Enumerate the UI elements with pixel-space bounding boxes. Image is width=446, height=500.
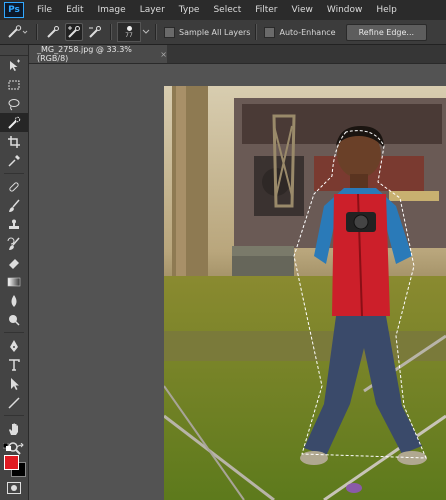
history-brush-icon (7, 237, 20, 250)
menu-filter[interactable]: Filter (248, 0, 284, 20)
tool-marquee[interactable] (0, 75, 28, 94)
separator (4, 415, 24, 416)
brush-new-icon (47, 26, 59, 38)
tool-eyedropper[interactable] (0, 151, 28, 170)
line-icon (8, 396, 20, 409)
menu-edit[interactable]: Edit (59, 0, 90, 20)
tool-eraser[interactable] (0, 253, 28, 272)
auto-enhance-label: Auto-Enhance (279, 27, 336, 37)
tool-history-brush[interactable] (0, 234, 28, 253)
tool-hand[interactable] (0, 419, 28, 438)
tool-move[interactable] (0, 56, 28, 75)
blur-icon (11, 294, 17, 307)
tool-blur[interactable] (0, 291, 28, 310)
canvas-area[interactable] (29, 64, 446, 500)
sample-all-layers-label: Sample All Layers (179, 27, 251, 37)
menu-bar: Ps File Edit Image Layer Type Select Fil… (0, 0, 446, 20)
quick-selection-icon (8, 25, 28, 38)
separator (36, 24, 38, 40)
tool-dodge[interactable] (0, 310, 28, 329)
eraser-icon (9, 258, 19, 269)
path-selection-icon (11, 377, 19, 390)
dodge-icon (9, 314, 20, 326)
tool-brush[interactable] (0, 196, 28, 215)
tool-crop[interactable] (0, 132, 28, 151)
type-icon (9, 358, 20, 371)
options-bar: 77 Sample All Layers Auto-Enhance Refine… (0, 20, 446, 45)
menu-select[interactable]: Select (206, 0, 248, 20)
hand-icon (9, 423, 18, 435)
move-icon (10, 59, 20, 71)
lasso-icon (8, 98, 20, 110)
foreground-color-swatch[interactable] (4, 455, 19, 470)
menu-type[interactable]: Type (172, 0, 207, 20)
tool-gradient[interactable] (0, 272, 28, 291)
toolbox (0, 45, 29, 500)
crop-icon (8, 135, 20, 148)
menu-help[interactable]: Help (369, 0, 404, 20)
add-to-selection-button[interactable] (65, 23, 83, 41)
tool-path-selection[interactable] (0, 374, 28, 393)
tool-type[interactable] (0, 355, 28, 374)
tool-clone-stamp[interactable] (0, 215, 28, 234)
close-icon[interactable]: × (160, 50, 167, 59)
menu-window[interactable]: Window (320, 0, 370, 20)
healing-brush-icon (9, 181, 19, 192)
brush-icon (9, 199, 20, 212)
menu-image[interactable]: Image (91, 0, 133, 20)
pen-icon (10, 339, 18, 352)
eyedropper-icon (8, 154, 20, 167)
subtract-from-selection-button[interactable] (87, 24, 103, 40)
auto-enhance-checkbox[interactable] (264, 26, 276, 38)
menu-file[interactable]: File (30, 0, 59, 20)
separator (4, 173, 24, 174)
photo-image (164, 86, 446, 500)
new-selection-button[interactable] (45, 24, 61, 40)
brush-add-icon (68, 26, 80, 38)
quick-mask-icon[interactable] (7, 482, 21, 497)
chevron-down-icon[interactable] (142, 28, 150, 36)
clone-stamp-icon (9, 219, 19, 229)
tool-healing-brush[interactable] (0, 177, 28, 196)
document-canvas[interactable] (164, 86, 446, 500)
sample-all-layers-checkbox[interactable] (164, 26, 175, 38)
toolbox-grip[interactable] (0, 45, 28, 56)
tool-pen[interactable] (0, 336, 28, 355)
separator (255, 24, 258, 40)
brush-picker[interactable]: 77 (117, 22, 141, 42)
separator (110, 24, 112, 40)
gradient-icon (7, 277, 21, 286)
brush-size: 77 (125, 31, 133, 39)
tool-quick-selection[interactable] (0, 113, 28, 132)
menu-view[interactable]: View (285, 0, 320, 20)
brush-tip-icon (126, 25, 132, 31)
document-tab-bar: _MG_2758.jpg @ 33.3% (RGB/8) × (29, 45, 446, 64)
tool-preset-picker[interactable] (5, 24, 29, 40)
brush-subtract-icon (89, 26, 101, 38)
document-tab[interactable]: _MG_2758.jpg @ 33.3% (RGB/8) × (29, 45, 167, 63)
tool-line[interactable] (0, 393, 28, 412)
refine-edge-button[interactable]: Refine Edge... (345, 23, 428, 41)
quick-selection-icon (8, 116, 21, 129)
menu-layer[interactable]: Layer (133, 0, 172, 20)
marquee-icon (8, 80, 20, 89)
photoshop-logo: Ps (4, 2, 24, 18)
separator (4, 332, 24, 333)
tool-lasso[interactable] (0, 94, 28, 113)
separator (155, 24, 157, 40)
document-tab-title: _MG_2758.jpg @ 33.3% (RGB/8) (37, 45, 132, 63)
